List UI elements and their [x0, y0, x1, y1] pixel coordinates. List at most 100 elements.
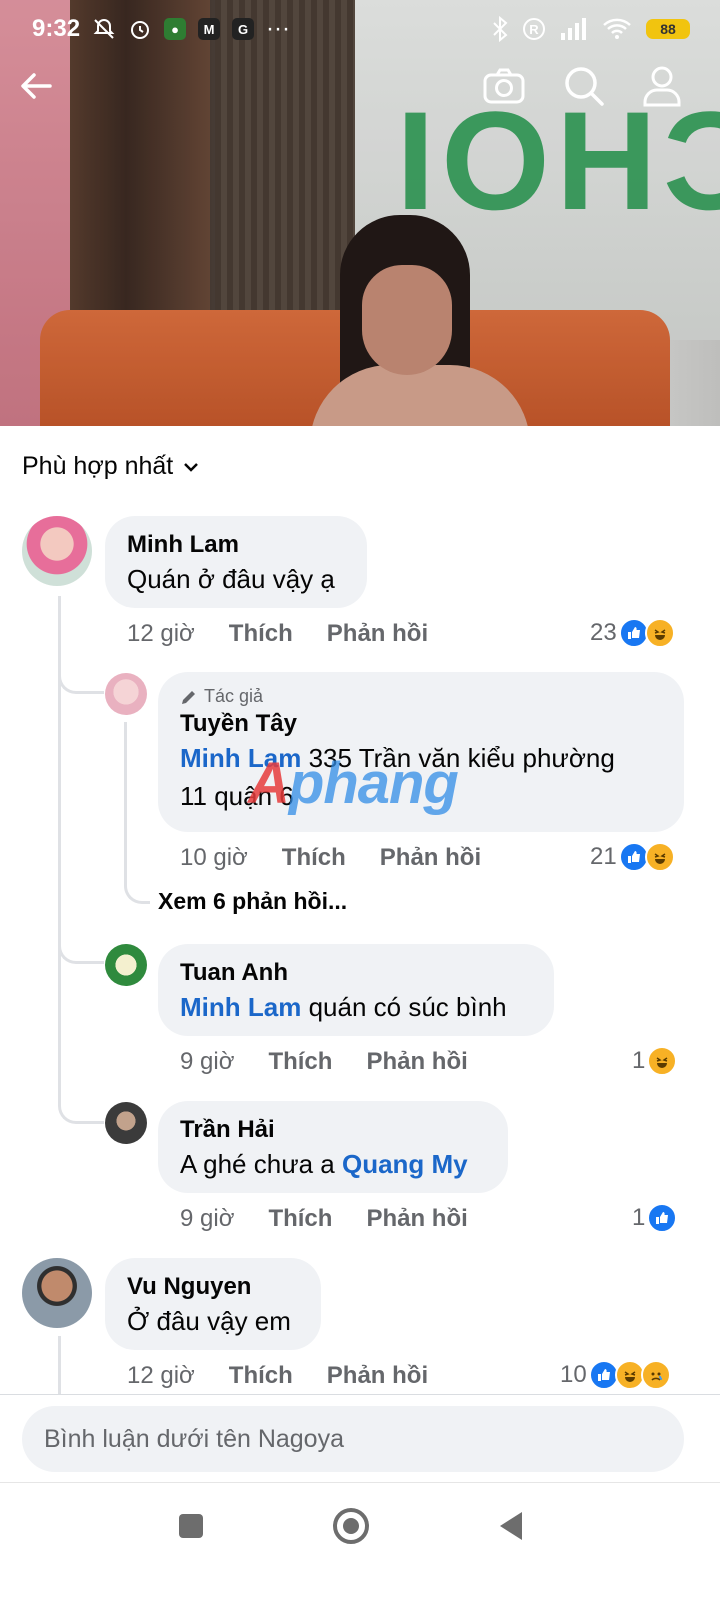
commenter-name[interactable]: Vu Nguyen — [127, 1272, 299, 1302]
view-more-replies-link[interactable]: Xem 6 phản hồi... — [158, 888, 347, 915]
square-icon — [179, 1514, 203, 1538]
sort-label: Phù hợp nhất — [22, 452, 174, 480]
camera-button[interactable] — [482, 64, 526, 108]
reaction-summary[interactable]: 23 — [590, 618, 675, 648]
reaction-count: 21 — [590, 843, 617, 870]
comment-actions: 9 giờ Thích Phản hồi — [180, 1205, 468, 1233]
notifications-off-icon — [93, 18, 115, 39]
comment-time: 9 giờ — [180, 1205, 235, 1232]
registered-icon: R — [523, 18, 545, 40]
comment-text: Quán ở đâu vậy ạ — [127, 564, 335, 594]
chevron-down-icon — [184, 462, 199, 472]
comment-text-body: A ghé chưa a — [180, 1149, 342, 1179]
reaction-summary[interactable]: 10 — [560, 1360, 671, 1390]
reaction-count: 23 — [590, 619, 617, 646]
profile-icon — [643, 66, 681, 107]
camera-icon — [483, 68, 525, 104]
status-time: 9:32 — [32, 15, 81, 42]
comment-bubble[interactable]: Vu Nguyen Ở đâu vậy em — [105, 1258, 321, 1350]
profile-button[interactable] — [640, 64, 684, 108]
reaction-summary[interactable]: 21 — [590, 842, 675, 872]
home-circle-icon — [333, 1508, 369, 1544]
comment-input-placeholder: Bình luận dưới tên Nagoya — [44, 1424, 344, 1453]
comment-actions: 9 giờ Thích Phản hồi — [180, 1048, 468, 1076]
comment-bubble[interactable]: Trần Hải A ghé chưa a Quang My — [158, 1101, 508, 1193]
haha-reaction-icon — [644, 842, 675, 872]
video-player[interactable]: ACHOI — [0, 0, 720, 426]
comment-bubble[interactable]: Minh Lam Quán ở đâu vậy ạ — [105, 516, 367, 608]
like-button[interactable]: Thích — [282, 844, 346, 872]
comment-actions: 12 giờ Thích Phản hồi — [127, 1362, 428, 1390]
commenter-name[interactable]: Tuyền Tây — [180, 709, 662, 739]
comment-time: 9 giờ — [180, 1048, 235, 1075]
more-notifications-icon: ··· — [266, 15, 291, 42]
comment-text: Minh Lam quán có súc bình — [180, 988, 532, 1026]
reaction-summary[interactable]: 1 — [632, 1046, 678, 1076]
reply-button[interactable]: Phản hồi — [327, 1362, 428, 1390]
thread-connector — [58, 930, 104, 964]
sad-reaction-icon — [640, 1360, 671, 1390]
svg-text:R: R — [529, 22, 539, 37]
triangle-back-icon — [500, 1512, 522, 1540]
google-notification-icon: G — [232, 18, 255, 40]
recent-apps-button[interactable] — [176, 1511, 206, 1541]
back-nav-button[interactable] — [496, 1509, 526, 1543]
thread-line — [124, 722, 127, 872]
avatar[interactable] — [22, 516, 92, 586]
reaction-count: 1 — [632, 1047, 646, 1074]
battery-indicator: 88 — [646, 19, 690, 39]
home-button[interactable] — [332, 1507, 370, 1545]
comment-actions: 10 giờ Thích Phản hồi — [180, 844, 481, 872]
arrow-left-icon — [21, 73, 52, 99]
pencil-icon — [182, 690, 195, 704]
bluetooth-icon — [493, 16, 508, 42]
mention-link[interactable]: Minh Lam — [180, 992, 301, 1022]
haha-reaction-icon — [644, 618, 675, 648]
thread-line — [58, 1336, 61, 1394]
app-notification-icon: ● — [164, 18, 187, 40]
alarm-icon — [131, 21, 150, 39]
reaction-summary[interactable]: 1 — [632, 1203, 678, 1233]
haha-reaction-icon — [647, 1046, 678, 1076]
search-button[interactable] — [562, 64, 606, 108]
back-button[interactable] — [14, 64, 58, 108]
reaction-count: 10 — [560, 1361, 587, 1388]
divider — [0, 1394, 720, 1395]
author-tag-label: Tác giả — [204, 686, 264, 706]
reply-button[interactable]: Phản hồi — [327, 620, 428, 648]
wifi-icon — [603, 18, 631, 39]
thread-connector — [58, 1090, 104, 1124]
like-button[interactable]: Thích — [229, 620, 293, 648]
reaction-count: 1 — [632, 1204, 646, 1231]
thread-connector — [58, 660, 104, 694]
commenter-name[interactable]: Tuan Anh — [180, 958, 532, 988]
comment-text: Ở đâu vậy em — [127, 1306, 291, 1336]
reply-button[interactable]: Phản hồi — [366, 1205, 467, 1233]
sort-dropdown[interactable]: Phù hợp nhất — [22, 452, 199, 481]
reply-button[interactable]: Phản hồi — [380, 844, 481, 872]
comment-time: 10 giờ — [180, 844, 248, 871]
avatar[interactable] — [105, 1102, 147, 1144]
comment-input[interactable]: Bình luận dưới tên Nagoya — [22, 1406, 684, 1472]
mention-link[interactable]: Quang My — [342, 1149, 468, 1179]
author-badge: Tác giả — [180, 686, 662, 707]
comment-time: 12 giờ — [127, 620, 195, 647]
like-button[interactable]: Thích — [229, 1362, 293, 1390]
comment-time: 12 giờ — [127, 1362, 195, 1389]
status-bar: 9:32 ● M G ··· R 88 — [0, 0, 720, 58]
comment-text: A ghé chưa a Quang My — [180, 1145, 486, 1183]
search-icon — [565, 67, 604, 106]
system-nav-bar — [0, 1482, 720, 1600]
comment-bubble[interactable]: Tuan Anh Minh Lam quán có súc bình — [158, 944, 554, 1036]
like-button[interactable]: Thích — [268, 1205, 332, 1233]
avatar[interactable] — [105, 673, 147, 715]
like-button[interactable]: Thích — [268, 1048, 332, 1076]
signal-icon — [561, 18, 586, 40]
commenter-name[interactable]: Trần Hải — [180, 1115, 486, 1145]
gmail-notification-icon: M — [198, 18, 221, 40]
commenter-name[interactable]: Minh Lam — [127, 530, 345, 560]
thread-connector — [124, 870, 150, 904]
reply-button[interactable]: Phản hồi — [366, 1048, 467, 1076]
avatar[interactable] — [105, 944, 147, 986]
avatar[interactable] — [22, 1258, 92, 1328]
